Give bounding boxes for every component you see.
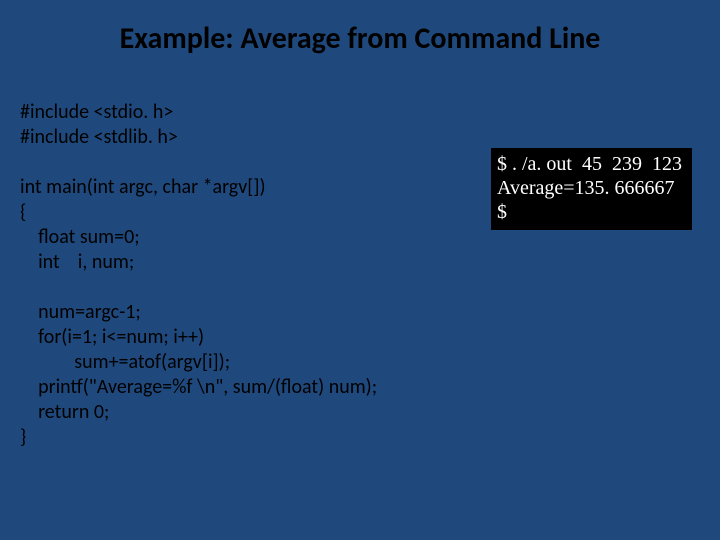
- slide: Example: Average from Command Line #incl…: [0, 0, 720, 540]
- terminal-output: $ . /a. out 45 239 123 Average=135. 6666…: [491, 148, 692, 230]
- slide-title: Example: Average from Command Line: [0, 0, 720, 67]
- code-block: #include <stdio. h> #include <stdlib. h>…: [20, 100, 377, 450]
